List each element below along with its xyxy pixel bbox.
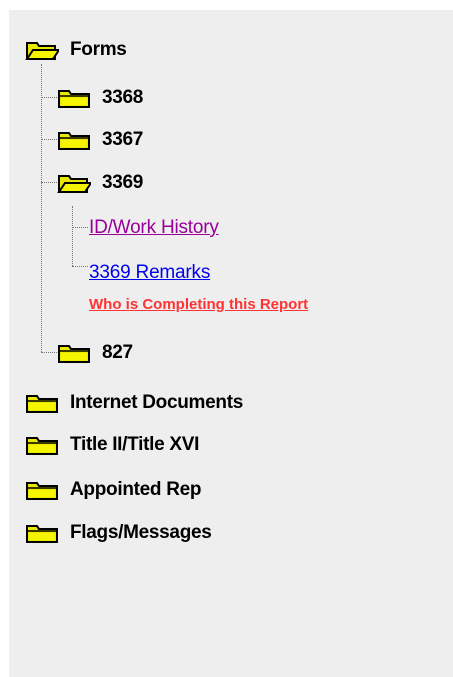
link-3369-remarks[interactable]: 3369 Remarks bbox=[89, 262, 210, 284]
open-folder-icon bbox=[57, 172, 91, 194]
tree-connector bbox=[41, 97, 57, 98]
tree-node-flags-messages[interactable]: Flags/Messages bbox=[25, 518, 212, 548]
tree-node-3368[interactable]: 3368 bbox=[57, 83, 143, 113]
open-folder-icon bbox=[25, 39, 59, 61]
tree-node-label: Appointed Rep bbox=[70, 479, 202, 500]
tree-connector bbox=[72, 227, 88, 228]
tree-node-827[interactable]: 827 bbox=[57, 338, 133, 368]
tree-connector bbox=[72, 266, 88, 267]
tree-node-internet-documents[interactable]: Internet Documents bbox=[25, 388, 243, 418]
tree-connector bbox=[41, 182, 57, 183]
closed-folder-icon bbox=[57, 342, 91, 364]
tree-node-appointed-rep[interactable]: Appointed Rep bbox=[25, 475, 202, 505]
closed-folder-icon bbox=[57, 129, 91, 151]
tree-node-label: Title II/Title XVI bbox=[70, 434, 200, 455]
navigation-tree-panel: Forms 3368 3367 3369 ID/Work History 336… bbox=[9, 10, 453, 677]
tree-connector bbox=[41, 64, 42, 352]
tree-connector bbox=[72, 206, 73, 266]
closed-folder-icon bbox=[25, 434, 59, 456]
closed-folder-icon bbox=[25, 392, 59, 414]
link-id-work-history[interactable]: ID/Work History bbox=[89, 217, 219, 239]
tree-node-title-ii-title-xvi[interactable]: Title II/Title XVI bbox=[25, 430, 199, 460]
tree-node-forms[interactable]: Forms bbox=[25, 35, 127, 65]
closed-folder-icon bbox=[57, 87, 91, 109]
closed-folder-icon bbox=[25, 522, 59, 544]
tree-node-label: Internet Documents bbox=[70, 392, 244, 413]
tree-node-label: Forms bbox=[70, 39, 127, 60]
link-who-is-completing-report[interactable]: Who is Completing this Report bbox=[89, 296, 308, 313]
tree-connector bbox=[41, 352, 57, 353]
tree-node-label: Flags/Messages bbox=[70, 522, 212, 543]
tree-node-label: 827 bbox=[102, 342, 133, 363]
tree-node-3369[interactable]: 3369 bbox=[57, 168, 143, 198]
tree-connector bbox=[41, 139, 57, 140]
tree-node-label: 3367 bbox=[102, 129, 144, 150]
tree-node-label: 3369 bbox=[102, 172, 144, 193]
tree-node-3367[interactable]: 3367 bbox=[57, 125, 143, 155]
closed-folder-icon bbox=[25, 479, 59, 501]
tree-node-label: 3368 bbox=[102, 87, 144, 108]
